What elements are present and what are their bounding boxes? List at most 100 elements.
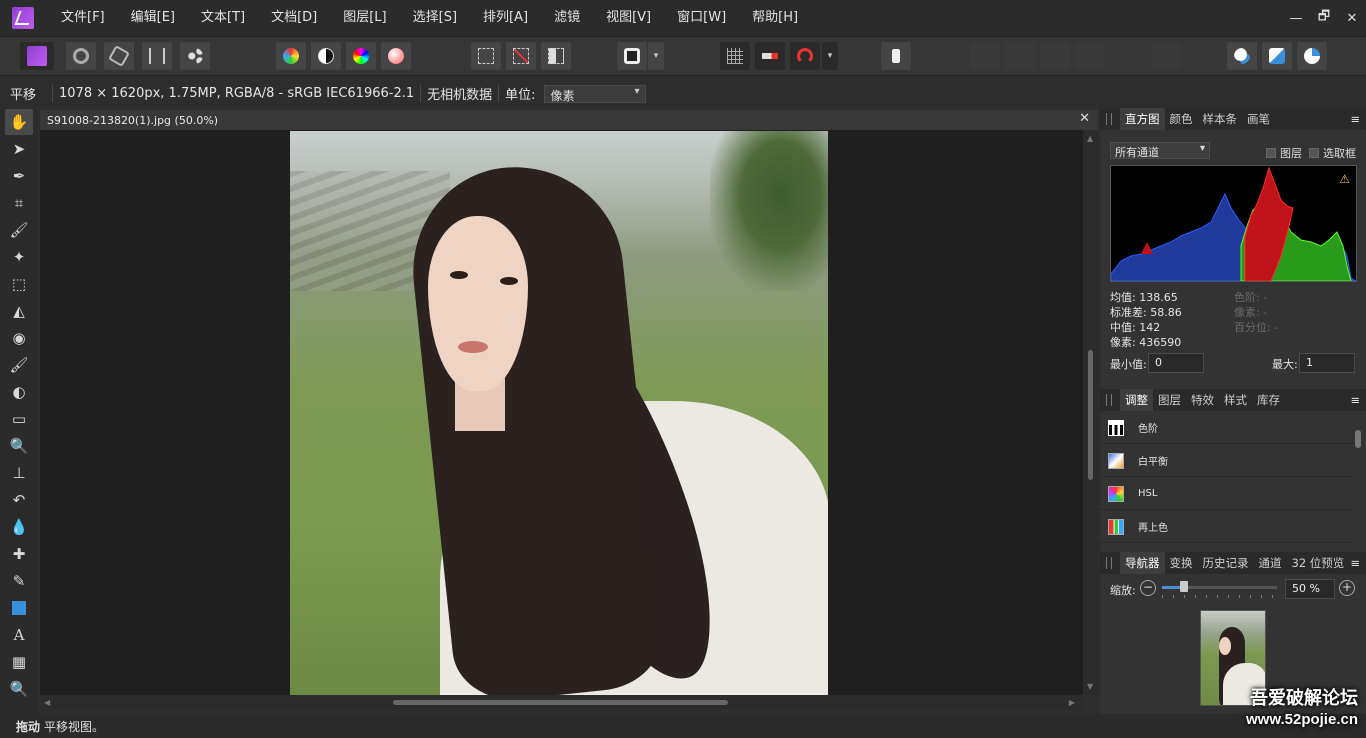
boolean-add-button[interactable] xyxy=(1227,42,1257,70)
tab-channels[interactable]: 通道 xyxy=(1254,552,1287,574)
flood-select-tool-icon[interactable]: ✦ xyxy=(5,244,33,270)
deselect-button[interactable] xyxy=(506,42,536,70)
tab-transform[interactable]: 变换 xyxy=(1165,552,1198,574)
app-logo-icon[interactable] xyxy=(12,7,34,29)
auto-contrast-button[interactable] xyxy=(311,42,341,70)
vertical-scrollbar[interactable]: ▲ ▼ xyxy=(1083,130,1098,695)
liquify-persona-button[interactable] xyxy=(66,42,96,70)
menu-document[interactable]: 文档[D] xyxy=(258,0,330,36)
canvas-area[interactable] xyxy=(40,130,1083,695)
menu-select[interactable]: 选择[S] xyxy=(400,0,470,36)
arrange-backward-button[interactable] xyxy=(1040,42,1070,70)
adjustment-hsl[interactable]: HSL xyxy=(1100,478,1352,510)
menu-window[interactable]: 窗口[W] xyxy=(664,0,739,36)
tab-brushes[interactable]: 画笔 xyxy=(1242,108,1275,130)
assistant-button[interactable] xyxy=(881,42,911,70)
adjustment-recolor[interactable]: 再上色 xyxy=(1100,511,1352,543)
scroll-right-icon[interactable]: ▶ xyxy=(1069,698,1075,707)
marquee-checkbox[interactable]: 选取框 xyxy=(1309,145,1356,161)
close-document-icon[interactable]: ✕ xyxy=(1079,111,1090,126)
photo-persona-button[interactable] xyxy=(20,42,54,70)
panel-grip-icon[interactable] xyxy=(1106,394,1112,406)
boolean-intersect-button[interactable] xyxy=(1297,42,1327,70)
panel-menu-icon[interactable]: ≡ xyxy=(1350,552,1360,574)
menu-help[interactable]: 帮助[H] xyxy=(739,0,811,36)
menu-view[interactable]: 视图[V] xyxy=(593,0,664,36)
tab-adjustments[interactable]: 调整 xyxy=(1120,389,1153,411)
auto-colors-button[interactable] xyxy=(346,42,376,70)
menu-filters[interactable]: 滤镜 xyxy=(541,0,593,36)
menu-file[interactable]: 文件[F] xyxy=(48,0,118,36)
menu-edit[interactable]: 编辑[E] xyxy=(118,0,188,36)
tab-styles[interactable]: 样式 xyxy=(1219,389,1252,411)
tab-color[interactable]: 颜色 xyxy=(1165,108,1198,130)
undo-brush-tool-icon[interactable]: ↶ xyxy=(5,487,33,513)
boolean-subtract-button[interactable] xyxy=(1262,42,1292,70)
panel-grip-icon[interactable] xyxy=(1106,113,1112,125)
scroll-down-icon[interactable]: ▼ xyxy=(1087,682,1093,691)
clone-brush-tool-icon[interactable]: ⊥ xyxy=(5,460,33,486)
max-value-field[interactable]: 1 xyxy=(1299,353,1355,373)
tab-navigator[interactable]: 导航器 xyxy=(1120,552,1165,574)
snapping-button[interactable] xyxy=(790,42,820,70)
flood-fill-tool-icon[interactable]: ◭ xyxy=(5,298,33,324)
tab-histogram[interactable]: 直方图 xyxy=(1120,108,1165,130)
adjustment-levels[interactable]: 色阶 xyxy=(1100,412,1352,444)
selection-brush-tool-icon[interactable]: 🖌 xyxy=(5,217,33,243)
panel-menu-icon[interactable]: ≡ xyxy=(1350,389,1360,411)
snapping-grid-button[interactable] xyxy=(720,42,750,70)
zoom-in-icon[interactable]: + xyxy=(1339,580,1355,596)
auto-white-balance-button[interactable] xyxy=(381,42,411,70)
arrange-back-button[interactable] xyxy=(1075,42,1105,70)
zoom-tool-icon[interactable]: 🔍 xyxy=(5,676,33,702)
zoom-value-field[interactable]: 50 % xyxy=(1285,579,1335,599)
menu-arrange[interactable]: 排列[A] xyxy=(470,0,541,36)
horizontal-scrollbar[interactable]: ◀ ▶ xyxy=(40,695,1083,710)
marquee-tool-icon[interactable]: ⬚ xyxy=(5,271,33,297)
panel-grip-icon[interactable] xyxy=(1106,557,1112,569)
scroll-up-icon[interactable]: ▲ xyxy=(1087,134,1093,143)
zoom-out-icon[interactable]: − xyxy=(1140,580,1156,596)
arrange-front-button[interactable] xyxy=(970,42,1000,70)
align-button[interactable] xyxy=(1151,42,1181,70)
channel-select[interactable]: 所有通道 xyxy=(1110,142,1210,159)
tab-32bit-preview[interactable]: 32 位预览 xyxy=(1287,552,1350,574)
develop-persona-button[interactable] xyxy=(104,42,134,70)
healing-brush-tool-icon[interactable]: ✚ xyxy=(5,541,33,567)
layer-checkbox[interactable]: 图层 xyxy=(1266,145,1302,161)
panel-menu-icon[interactable]: ≡ xyxy=(1350,108,1360,130)
rectangle-tool-icon[interactable] xyxy=(5,595,33,621)
adjustments-scroll-thumb[interactable] xyxy=(1355,430,1361,448)
tab-layers[interactable]: 图层 xyxy=(1153,389,1186,411)
adjustments-scrollbar[interactable] xyxy=(1355,414,1361,544)
artistic-text-tool-icon[interactable]: A xyxy=(5,622,33,648)
min-value-field[interactable]: 0 xyxy=(1148,353,1204,373)
blur-brush-tool-icon[interactable]: 💧 xyxy=(5,514,33,540)
mesh-warp-tool-icon[interactable]: ▦ xyxy=(5,649,33,675)
pen-tool-icon[interactable]: ✎ xyxy=(5,568,33,594)
paint-brush-tool-icon[interactable]: 🖌 xyxy=(5,352,33,378)
gradient-tool-icon[interactable]: ◉ xyxy=(5,325,33,351)
tone-mapping-persona-button[interactable] xyxy=(142,42,172,70)
color-replacement-tool-icon[interactable]: ◐ xyxy=(5,379,33,405)
auto-levels-button[interactable] xyxy=(276,42,306,70)
quick-mask-dropdown[interactable]: ▾ xyxy=(648,42,664,70)
vertical-scroll-thumb[interactable] xyxy=(1088,350,1093,480)
move-tool-icon[interactable]: ➤ xyxy=(5,136,33,162)
menu-text[interactable]: 文本[T] xyxy=(188,0,258,36)
quick-mask-button[interactable] xyxy=(617,42,647,70)
adjustment-white-balance[interactable]: 白平衡 xyxy=(1100,445,1352,477)
tab-stock[interactable]: 库存 xyxy=(1252,389,1285,411)
horizontal-scroll-thumb[interactable] xyxy=(393,700,728,705)
unit-select[interactable]: 像素 xyxy=(543,84,646,103)
export-persona-button[interactable] xyxy=(180,42,210,70)
force-pixel-alignment-button[interactable] xyxy=(755,42,785,70)
tab-effects[interactable]: 特效 xyxy=(1186,389,1219,411)
erase-brush-tool-icon[interactable]: ▭ xyxy=(5,406,33,432)
tab-swatches[interactable]: 样本条 xyxy=(1198,108,1243,130)
tab-history[interactable]: 历史记录 xyxy=(1198,552,1254,574)
arrange-forward-button[interactable] xyxy=(1005,42,1035,70)
scroll-left-icon[interactable]: ◀ xyxy=(44,698,50,707)
menu-layer[interactable]: 图层[L] xyxy=(330,0,399,36)
close-window-button[interactable]: ✕ xyxy=(1338,11,1366,26)
